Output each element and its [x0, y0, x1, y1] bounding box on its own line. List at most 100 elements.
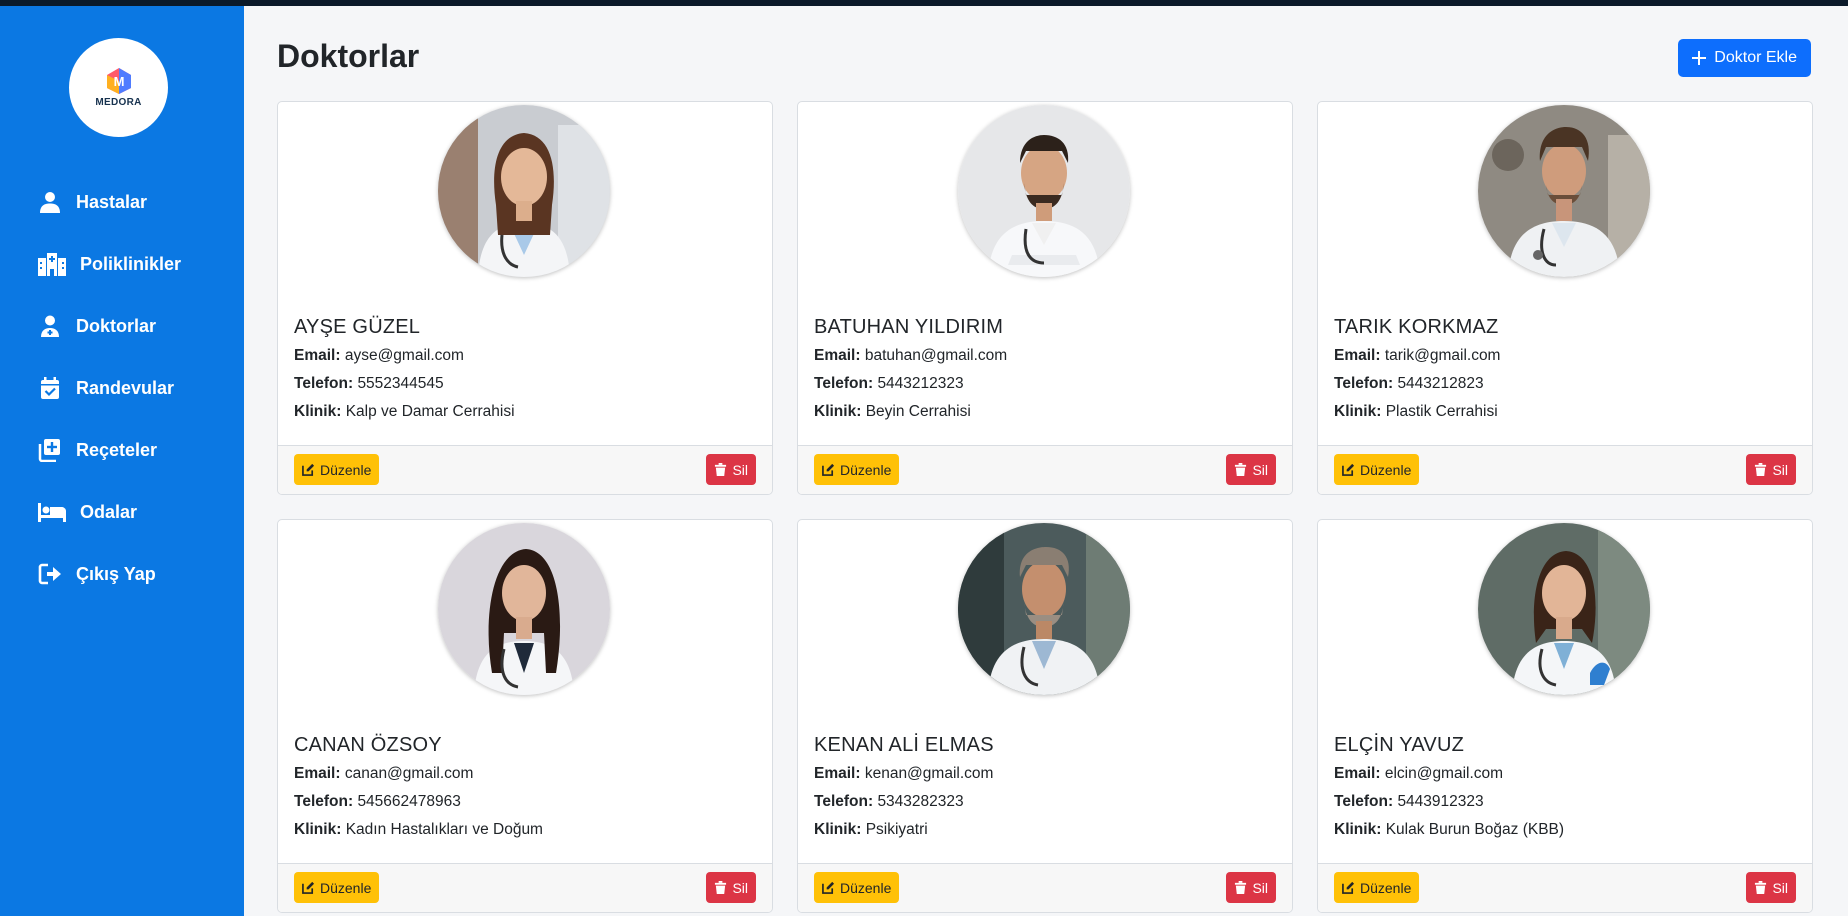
clinic-label: Klinik:: [814, 403, 862, 420]
trash-icon: [1755, 463, 1767, 476]
doctor-photo: [1478, 523, 1650, 695]
edit-icon: [822, 463, 835, 476]
phone-value: 5552344545: [357, 375, 444, 392]
delete-button[interactable]: Sil: [706, 872, 756, 903]
edit-button[interactable]: Düzenle: [294, 872, 380, 903]
doctor-photo: [958, 523, 1130, 695]
clinic-value: Kulak Burun Boğaz (KBB): [1385, 821, 1565, 838]
delete-button[interactable]: Sil: [706, 454, 756, 485]
page-title: Doktorlar: [277, 38, 420, 74]
sidebar-item-doktorlar[interactable]: Doktorlar: [0, 295, 244, 357]
edit-label: Düzenle: [320, 879, 372, 896]
sidebar-item-odalar[interactable]: Odalar: [0, 481, 244, 543]
doctor-clinic: Klinik: Psikiyatri: [814, 821, 928, 839]
sidebar-item-label: Randevular: [76, 377, 175, 398]
hospital-icon: [38, 253, 66, 276]
doctor-email: Email: ayse@gmail.com: [294, 347, 464, 365]
phone-label: Telefon:: [1334, 793, 1394, 810]
main-content: Doktorlar Doktor Ekle AYŞE GÜZEL Email: …: [244, 6, 1848, 916]
email-value: tarik@gmail.com: [1384, 347, 1501, 364]
delete-label: Sil: [732, 461, 748, 478]
calendar-check-icon: [41, 377, 59, 399]
email-value: elcin@gmail.com: [1384, 765, 1504, 782]
doctor-phone: Telefon: 5443212323: [814, 375, 964, 393]
edit-button[interactable]: Düzenle: [1334, 454, 1420, 485]
edit-button[interactable]: Düzenle: [814, 872, 900, 903]
sidebar-item-label: Poliklinikler: [80, 253, 182, 274]
doctor-name: TARIK KORKMAZ: [1334, 316, 1499, 338]
email-label: Email:: [1334, 347, 1381, 364]
doctor-photo: [438, 523, 610, 695]
sidebar-nav: Hastalar Poliklinikler Doktorlar Randevu…: [0, 171, 244, 605]
phone-value: 5343282323: [877, 793, 964, 810]
sidebar-item-label: Çıkış Yap: [76, 563, 156, 584]
medora-logo[interactable]: M MEDORA: [69, 38, 168, 137]
delete-button[interactable]: Sil: [1226, 454, 1276, 485]
edit-icon: [822, 881, 835, 894]
doctor-phone: Telefon: 5552344545: [294, 375, 444, 393]
edit-icon: [1342, 881, 1355, 894]
bed-icon: [38, 503, 66, 522]
delete-button[interactable]: Sil: [1746, 872, 1796, 903]
add-doctor-button[interactable]: Doktor Ekle: [1678, 39, 1811, 77]
doctor-phone: Telefon: 5343282323: [814, 793, 964, 811]
doctor-card: ELÇİN YAVUZ Email: elcin@gmail.com Telef…: [1317, 519, 1813, 913]
edit-icon: [1342, 463, 1355, 476]
edit-label: Düzenle: [840, 461, 892, 478]
doctor-photo: [1478, 105, 1650, 277]
clinic-value: Kalp ve Damar Cerrahisi: [345, 403, 515, 420]
clinic-label: Klinik:: [814, 821, 862, 838]
doctor-clinic: Klinik: Kalp ve Damar Cerrahisi: [294, 403, 515, 421]
clinic-value: Plastik Cerrahisi: [1385, 403, 1498, 420]
doctor-clinic: Klinik: Beyin Cerrahisi: [814, 403, 971, 421]
doctor-photo: [438, 105, 610, 277]
sidebar-item-cikis-yap[interactable]: Çıkış Yap: [0, 543, 244, 605]
doctor-name: KENAN ALİ ELMAS: [814, 734, 994, 756]
phone-value: 545662478963: [357, 793, 461, 810]
logout-icon: [38, 563, 61, 585]
delete-button[interactable]: Sil: [1746, 454, 1796, 485]
phone-label: Telefon:: [294, 793, 354, 810]
doctor-clinic: Klinik: Kadın Hastalıkları ve Doğum: [294, 821, 543, 839]
email-value: canan@gmail.com: [344, 765, 474, 782]
phone-value: 5443212823: [1397, 375, 1484, 392]
doctor-card: AYŞE GÜZEL Email: ayse@gmail.com Telefon…: [277, 101, 773, 495]
phone-label: Telefon:: [814, 793, 874, 810]
edit-button[interactable]: Düzenle: [814, 454, 900, 485]
phone-label: Telefon:: [814, 375, 874, 392]
edit-button[interactable]: Düzenle: [294, 454, 380, 485]
card-footer: Düzenle Sil: [278, 863, 772, 912]
card-footer: Düzenle Sil: [1318, 445, 1812, 494]
email-label: Email:: [294, 347, 341, 364]
sidebar-item-hastalar[interactable]: Hastalar: [0, 171, 244, 233]
sidebar-item-label: Doktorlar: [76, 315, 157, 336]
add-doctor-label: Doktor Ekle: [1714, 49, 1797, 66]
sidebar-item-label: Odalar: [80, 501, 138, 522]
trash-icon: [1235, 463, 1247, 476]
doctor-name: ELÇİN YAVUZ: [1334, 734, 1465, 756]
sidebar: M MEDORA Hastalar Poliklinikler Doktorla…: [0, 6, 244, 916]
card-footer: Düzenle Sil: [798, 445, 1292, 494]
user-icon: [40, 192, 60, 213]
trash-icon: [1755, 881, 1767, 894]
sidebar-item-randevular[interactable]: Randevular: [0, 357, 244, 419]
email-value: batuhan@gmail.com: [864, 347, 1008, 364]
doctor-name: BATUHAN YILDIRIM: [814, 316, 1004, 338]
card-footer: Düzenle Sil: [1318, 863, 1812, 912]
delete-label: Sil: [732, 879, 748, 896]
doctor-card: CANAN ÖZSOY Email: canan@gmail.com Telef…: [277, 519, 773, 913]
sidebar-item-label: Hastalar: [76, 191, 148, 212]
edit-button[interactable]: Düzenle: [1334, 872, 1420, 903]
logo-letter: M: [113, 74, 124, 89]
trash-icon: [715, 881, 727, 894]
doctor-phone: Telefon: 5443912323: [1334, 793, 1484, 811]
sidebar-item-receteler[interactable]: Reçeteler: [0, 419, 244, 481]
card-footer: Düzenle Sil: [278, 445, 772, 494]
sidebar-item-label: Reçeteler: [76, 439, 158, 460]
email-value: kenan@gmail.com: [864, 765, 994, 782]
trash-icon: [715, 463, 727, 476]
sidebar-item-poliklinikler[interactable]: Poliklinikler: [0, 233, 244, 295]
delete-button[interactable]: Sil: [1226, 872, 1276, 903]
phone-label: Telefon:: [1334, 375, 1394, 392]
doctor-clinic: Klinik: Kulak Burun Boğaz (KBB): [1334, 821, 1564, 839]
